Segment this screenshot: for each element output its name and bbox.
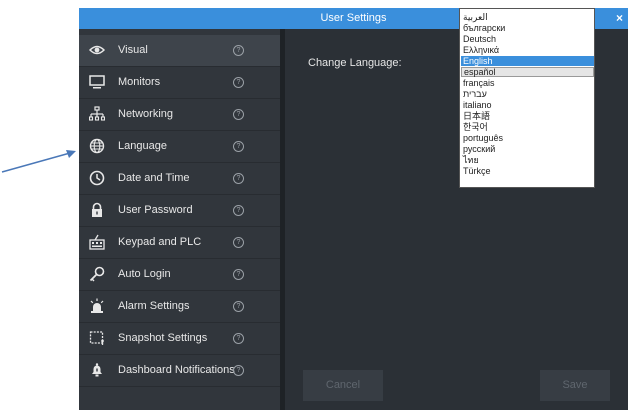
globe-icon (89, 138, 105, 154)
cancel-button[interactable]: Cancel (303, 370, 383, 401)
language-option-spanish[interactable]: español (461, 67, 594, 77)
monitor-icon (89, 75, 105, 89)
sidebar-item-user-password[interactable]: User Password ? (79, 195, 280, 227)
language-option-bulgarian[interactable]: български (461, 23, 594, 33)
sidebar-item-keypad-and-plc[interactable]: Keypad and PLC ? (79, 227, 280, 259)
sidebar-item-label: Date and Time (118, 172, 190, 184)
sidebar-item-monitors[interactable]: Monitors ? (79, 67, 280, 99)
language-option-turkish[interactable]: Türkçe (461, 166, 594, 176)
sidebar-item-date-and-time[interactable]: Date and Time ? (79, 163, 280, 195)
network-icon (89, 106, 105, 121)
help-icon[interactable]: ? (233, 365, 244, 376)
sidebar-item-label: Snapshot Settings (118, 332, 208, 344)
key-icon (89, 266, 105, 282)
sidebar-item-label: Networking (118, 108, 174, 120)
bell-icon (92, 363, 102, 377)
help-icon[interactable]: ? (233, 173, 244, 184)
language-option-german[interactable]: Deutsch (461, 34, 594, 44)
sidebar-item-label: Auto Login (118, 268, 171, 280)
lock-icon (92, 202, 102, 217)
sidebar-item-language[interactable]: Language ? (79, 131, 280, 163)
sidebar-item-dashboard-notifications[interactable]: Dashboard Notifications ? (79, 355, 280, 387)
settings-sidebar: Visual ? Monitors ? Networking ? Languag… (79, 29, 280, 410)
clock-icon (89, 170, 105, 186)
change-language-label: Change Language: (308, 57, 402, 69)
help-icon[interactable]: ? (233, 269, 244, 280)
sidebar-item-auto-login[interactable]: Auto Login ? (79, 259, 280, 291)
sidebar-item-label: Visual (118, 44, 148, 56)
sidebar-item-networking[interactable]: Networking ? (79, 99, 280, 131)
language-option-japanese[interactable]: 日本語 (461, 111, 594, 121)
sidebar-item-visual[interactable]: Visual ? (79, 35, 280, 67)
sidebar-item-label: Dashboard Notifications (118, 364, 235, 376)
help-icon[interactable]: ? (233, 205, 244, 216)
language-option-portuguese[interactable]: português (461, 133, 594, 143)
sidebar-item-label: Monitors (118, 76, 161, 88)
sidebar-item-label: User Password (118, 204, 193, 216)
language-option-english[interactable]: English (461, 56, 594, 66)
save-button[interactable]: Save (540, 370, 610, 401)
snapshot-icon (89, 331, 104, 345)
annotation-arrow (1, 150, 76, 173)
language-option-french[interactable]: français (461, 78, 594, 88)
sidebar-item-label: Language (118, 140, 167, 152)
sidebar-item-alarm-settings[interactable]: Alarm Settings ? (79, 291, 280, 323)
help-icon[interactable]: ? (233, 77, 244, 88)
language-option-russian[interactable]: русский (461, 144, 594, 154)
language-option-italian[interactable]: italiano (461, 100, 594, 110)
language-option-greek[interactable]: Ελληνικά (461, 45, 594, 55)
sidebar-item-label: Keypad and PLC (118, 236, 202, 248)
help-icon[interactable]: ? (233, 333, 244, 344)
help-icon[interactable]: ? (233, 301, 244, 312)
help-icon[interactable]: ? (233, 141, 244, 152)
help-icon[interactable]: ? (233, 237, 244, 248)
sidebar-item-label: Alarm Settings (118, 300, 190, 312)
language-option-korean[interactable]: 한국어 (461, 122, 594, 132)
help-icon[interactable]: ? (233, 109, 244, 120)
eye-icon (89, 45, 105, 55)
help-icon[interactable]: ? (233, 45, 244, 56)
alarm-icon (90, 298, 104, 313)
language-option-hebrew[interactable]: עברית (461, 89, 594, 99)
language-option-thai[interactable]: ไทย (461, 155, 594, 165)
language-option-arabic[interactable]: العربية (461, 12, 594, 22)
close-button[interactable]: × (616, 8, 623, 29)
language-dropdown-list[interactable]: العربية български Deutsch Ελληνικά Engli… (459, 8, 595, 188)
sidebar-item-snapshot-settings[interactable]: Snapshot Settings ? (79, 323, 280, 355)
keypad-icon (89, 234, 105, 250)
